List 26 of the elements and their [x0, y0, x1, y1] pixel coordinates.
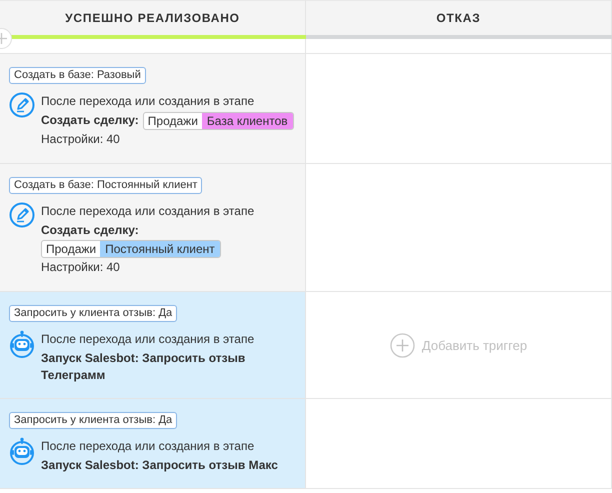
column-header: ОТКАЗ	[306, 0, 612, 35]
stage-tag: Постоянный клиент	[100, 241, 220, 257]
condition-tag: Запросить у клиента отзыв: Да	[9, 305, 178, 322]
robot-icon	[9, 437, 35, 465]
condition-tag: Создать в базе: Постоянный клиент	[9, 177, 202, 194]
condition-tag: Запросить у клиента отзыв: Да	[9, 412, 178, 429]
action-label: Создать сделку:	[41, 112, 139, 129]
trigger-event: После перехода или создания в этапе	[41, 203, 256, 220]
salesbot-action: Запуск Salesbot: Запросить отзыв Телеграмм	[41, 350, 246, 384]
pipeline-tag: Продажи	[42, 241, 100, 257]
add-trigger-button[interactable]: Добавить триггер	[384, 332, 534, 358]
pipeline-tag: Продажи	[144, 112, 202, 128]
condition-tag: Создать в базе: Разовый	[9, 67, 146, 84]
column-header: УСПЕШНО РЕАЛИЗОВАНО	[0, 0, 306, 35]
trigger-event: После перехода или создания в этапе	[41, 331, 256, 348]
settings-text: Настройки: 40	[41, 259, 121, 276]
trigger-event: После перехода или создания в этапе	[41, 93, 256, 110]
action-label: Создать сделку:	[41, 222, 139, 239]
plus-icon	[390, 332, 415, 358]
settings-text: Настройки: 40	[41, 131, 121, 148]
robot-icon	[9, 330, 35, 358]
salesbot-action: Запуск Salesbot: Запросить отзыв Макс	[41, 457, 279, 474]
stage-tag: База клиентов	[202, 112, 293, 128]
pencil-icon	[9, 92, 35, 118]
pencil-icon	[9, 202, 35, 228]
trigger-event: После перехода или создания в этапе	[41, 438, 256, 455]
